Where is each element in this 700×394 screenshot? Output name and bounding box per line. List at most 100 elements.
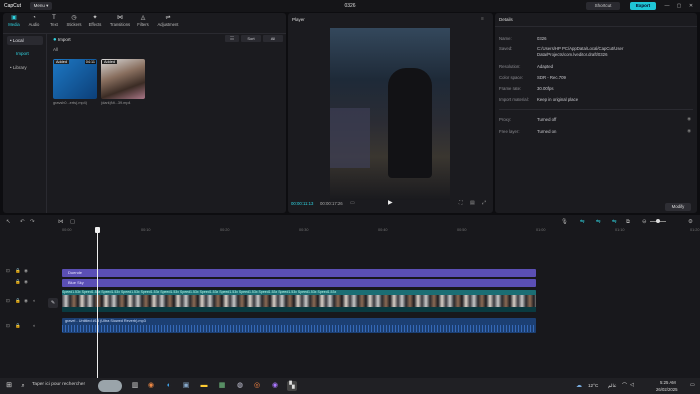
clock-date: 26/02/2025 bbox=[656, 387, 678, 392]
store-icon[interactable]: ▦ bbox=[217, 381, 227, 391]
media-clip[interactable]: Added 04:11 bbox=[53, 59, 97, 99]
language-indicator[interactable]: عالم bbox=[608, 383, 617, 389]
tab-audio[interactable]: ◔ Audio bbox=[25, 15, 43, 27]
import-button[interactable]: ● Import bbox=[53, 35, 83, 44]
modify-button[interactable]: Modify bbox=[665, 203, 691, 211]
text-clip-duende[interactable]: Duende bbox=[62, 269, 536, 277]
ruler-tick: 00:40 bbox=[378, 228, 388, 232]
magnet-icon[interactable]: ⇋ bbox=[596, 219, 601, 225]
timeline-panel: ↖ ↶ ↷ ⋈ ▢ 🎙 ⇋ ⇋ ⇋ ⧉ ⊖ ⚙ 00:00 00:10 00:2… bbox=[0, 215, 700, 378]
text-clip-blue-sky[interactable]: Blue Sky bbox=[62, 279, 536, 287]
fullscreen-icon[interactable]: ⤢ bbox=[482, 200, 486, 206]
player-panel: Player ≡ 00:00:11:13 00:00:17:26 ▭ ▶ ⛶ ▤… bbox=[288, 13, 493, 213]
tab-stickers[interactable]: ◷ Stickers bbox=[65, 15, 83, 27]
lock-icon[interactable]: 🔒 bbox=[15, 268, 21, 274]
play-icon[interactable]: ▶ bbox=[388, 199, 393, 206]
link-icon[interactable]: ⇋ bbox=[580, 219, 585, 225]
redo-icon[interactable]: ↷ bbox=[30, 219, 35, 225]
playhead[interactable] bbox=[97, 227, 98, 378]
eye-icon[interactable]: ◉ bbox=[24, 279, 28, 285]
mic-icon[interactable]: 🎙 bbox=[561, 219, 568, 225]
clock-time: 5:25 AM bbox=[660, 380, 676, 385]
fit-icon[interactable]: ⛶ bbox=[459, 200, 463, 206]
view-toggle-icon[interactable]: ☷ bbox=[225, 35, 239, 42]
taskbar: ⊞ ⌕ Taper ici pour rechercher ▥ ◉ ◐ ▣ ▬ … bbox=[0, 378, 700, 394]
tab-effects[interactable]: ✦ Effects bbox=[86, 15, 104, 27]
audio-track[interactable]: gravel - Untitled #13 (Ultra Slowed Reve… bbox=[62, 318, 536, 333]
detail-value: C:/Users/HP PC/AppData/Local/CapCut/User… bbox=[537, 46, 624, 57]
windows-start-icon[interactable]: ⊞ bbox=[4, 381, 14, 391]
search-icon[interactable]: ⌕ bbox=[18, 381, 28, 391]
eye-icon[interactable]: ◉ bbox=[24, 268, 28, 274]
volume-icon[interactable]: ◁ bbox=[630, 382, 634, 388]
volume-icon[interactable]: ◐ bbox=[33, 323, 36, 328]
copilot-icon[interactable]: ◉ bbox=[146, 381, 156, 391]
sidebar-item-import[interactable]: Import bbox=[7, 49, 43, 58]
menu-button[interactable]: Menu ▾ bbox=[30, 2, 52, 10]
minimize-button[interactable]: — bbox=[662, 2, 672, 10]
select-icon[interactable]: ↖ bbox=[6, 219, 11, 225]
preview-axis-icon[interactable]: ⧉ bbox=[626, 219, 630, 226]
media-clip[interactable]: Added bbox=[101, 59, 145, 99]
split-icon[interactable]: ⋈ bbox=[58, 219, 64, 225]
video-track[interactable]: Speed1.53x Speed1.53x Speed1.53x Speed1.… bbox=[62, 290, 536, 312]
tab-text[interactable]: T Text bbox=[45, 15, 63, 27]
audio-waveform bbox=[62, 325, 536, 332]
info-icon[interactable]: ◉ bbox=[687, 116, 691, 122]
tab-adjustment[interactable]: ⇌ Adjustment bbox=[155, 15, 181, 27]
lock-icon[interactable]: ⊡ bbox=[6, 268, 10, 274]
ratio-icon[interactable]: ▤ bbox=[470, 200, 475, 206]
undo-icon[interactable]: ↶ bbox=[20, 219, 25, 225]
cover-icon[interactable]: ⊡ bbox=[6, 298, 10, 304]
app-icon[interactable]: ◉ bbox=[270, 381, 280, 391]
capcut-icon[interactable]: ▚ bbox=[287, 381, 297, 391]
steam-icon[interactable]: ◍ bbox=[235, 381, 245, 391]
menu-icon[interactable]: ≡ bbox=[481, 16, 484, 22]
search-input[interactable]: Taper ici pour rechercher bbox=[32, 382, 85, 387]
chrome-icon[interactable]: ◎ bbox=[252, 381, 262, 391]
lock-icon[interactable]: 🔒 bbox=[15, 323, 21, 329]
transitions-icon: ⋈ bbox=[117, 15, 123, 21]
close-button[interactable]: ✕ bbox=[686, 2, 696, 10]
lock-icon[interactable]: 🔒 bbox=[15, 298, 21, 304]
crop-icon[interactable]: ▭ bbox=[350, 200, 355, 206]
tab-filters[interactable]: ◬ Filters bbox=[134, 15, 152, 27]
media-panel: ▣ Media ◔ Audio T Text ◷ Stickers ✦ Effects ⋈… bbox=[3, 13, 286, 213]
added-badge: Added bbox=[102, 60, 117, 64]
mute-icon[interactable]: ◐ bbox=[33, 298, 36, 303]
edge-icon[interactable]: ◐ bbox=[164, 381, 174, 391]
weather-icon: ☁ bbox=[576, 383, 582, 389]
sidebar-item-local[interactable]: • Local bbox=[7, 36, 43, 45]
tab-transitions[interactable]: ⋈ Transitions bbox=[108, 15, 132, 27]
sort-button[interactable]: Sort bbox=[241, 35, 261, 42]
effects-icon: ✦ bbox=[92, 15, 98, 21]
person-silhouette bbox=[388, 68, 432, 178]
sidebar-item-library[interactable]: • Library bbox=[7, 63, 43, 72]
export-button[interactable]: Export bbox=[630, 2, 656, 10]
playhead-handle[interactable] bbox=[95, 227, 100, 233]
shortcut-button[interactable]: Shortcut bbox=[586, 2, 620, 10]
zoom-out-icon[interactable]: ⊖ bbox=[642, 219, 647, 225]
filter-button[interactable]: All bbox=[263, 35, 283, 42]
snap-icon[interactable]: ⇋ bbox=[612, 219, 617, 225]
zoom-slider-handle[interactable] bbox=[656, 219, 660, 223]
task-view-icon[interactable]: ▥ bbox=[130, 381, 140, 391]
eye-icon[interactable]: ◉ bbox=[24, 298, 28, 304]
wifi-icon[interactable]: ⌒ bbox=[622, 382, 627, 389]
tab-media[interactable]: ▣ Media bbox=[5, 15, 23, 27]
lock-icon[interactable]: 🔒 bbox=[15, 279, 21, 285]
delete-icon[interactable]: ▢ bbox=[70, 219, 75, 225]
app-icon[interactable]: ▣ bbox=[181, 381, 191, 391]
audio-track-icon[interactable]: ⊡ bbox=[6, 323, 10, 329]
edit-cover-icon[interactable]: ✎ bbox=[48, 298, 58, 308]
maximize-button[interactable]: ▢ bbox=[674, 2, 684, 10]
background-figure bbox=[330, 108, 370, 168]
info-icon[interactable]: ◉ bbox=[687, 128, 691, 134]
ruler-tick: 00:50 bbox=[457, 228, 467, 232]
notification-icon[interactable]: ▭ bbox=[690, 382, 695, 388]
settings-icon[interactable]: ⚙ bbox=[688, 219, 693, 225]
divider bbox=[46, 34, 47, 213]
file-explorer-icon[interactable]: ▬ bbox=[199, 381, 209, 391]
title-bar: CapCut Menu ▾ 0326 Shortcut Export — ▢ ✕ bbox=[0, 0, 700, 12]
video-preview[interactable] bbox=[330, 28, 450, 200]
